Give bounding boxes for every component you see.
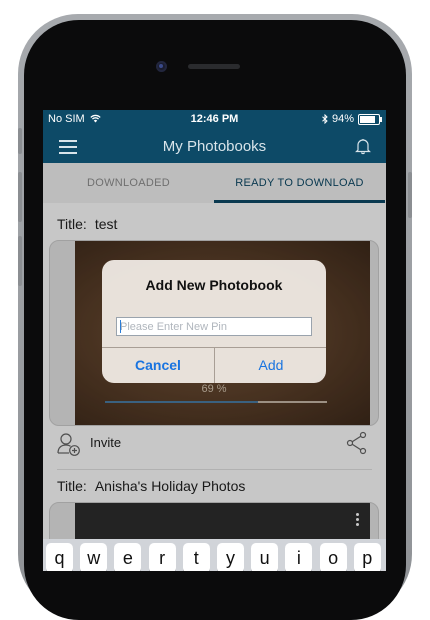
key-y[interactable]: y: [217, 543, 244, 571]
nav-bar: My Photobooks: [43, 130, 386, 163]
battery-icon: [358, 113, 382, 125]
key-w[interactable]: w: [80, 543, 108, 571]
key-i[interactable]: i: [285, 543, 313, 571]
cancel-button[interactable]: Cancel: [102, 348, 214, 383]
key-o[interactable]: o: [319, 543, 347, 571]
front-camera: [156, 61, 167, 72]
key-p[interactable]: p: [353, 543, 381, 571]
key-u[interactable]: u: [251, 543, 279, 571]
bluetooth-icon: [322, 114, 328, 124]
mute-switch: [18, 128, 22, 154]
app-screen: No SIM 12:46 PM 94% My Photobooks DOWNLO…: [43, 110, 386, 571]
key-t[interactable]: t: [182, 543, 210, 571]
power-button: [408, 172, 412, 218]
volume-up-button: [18, 172, 22, 222]
volume-down-button: [18, 236, 22, 286]
keyboard: qwertyuiop: [43, 539, 386, 571]
bell-icon[interactable]: [354, 137, 372, 155]
key-e[interactable]: e: [114, 543, 142, 571]
pin-input[interactable]: [116, 317, 312, 336]
earpiece-speaker: [188, 64, 240, 69]
battery-area: 94%: [322, 113, 382, 125]
page-title: My Photobooks: [162, 138, 267, 155]
key-q[interactable]: q: [46, 543, 73, 571]
status-bar: No SIM 12:46 PM 94%: [43, 110, 386, 130]
dialog-title: Add New Photobook: [145, 277, 283, 293]
add-button[interactable]: Add: [215, 348, 326, 383]
key-r[interactable]: r: [148, 543, 176, 571]
text-cursor: [120, 320, 121, 333]
add-photobook-dialog: Add New Photobook Cancel Add: [102, 260, 326, 383]
battery-percent: 94%: [331, 113, 354, 125]
